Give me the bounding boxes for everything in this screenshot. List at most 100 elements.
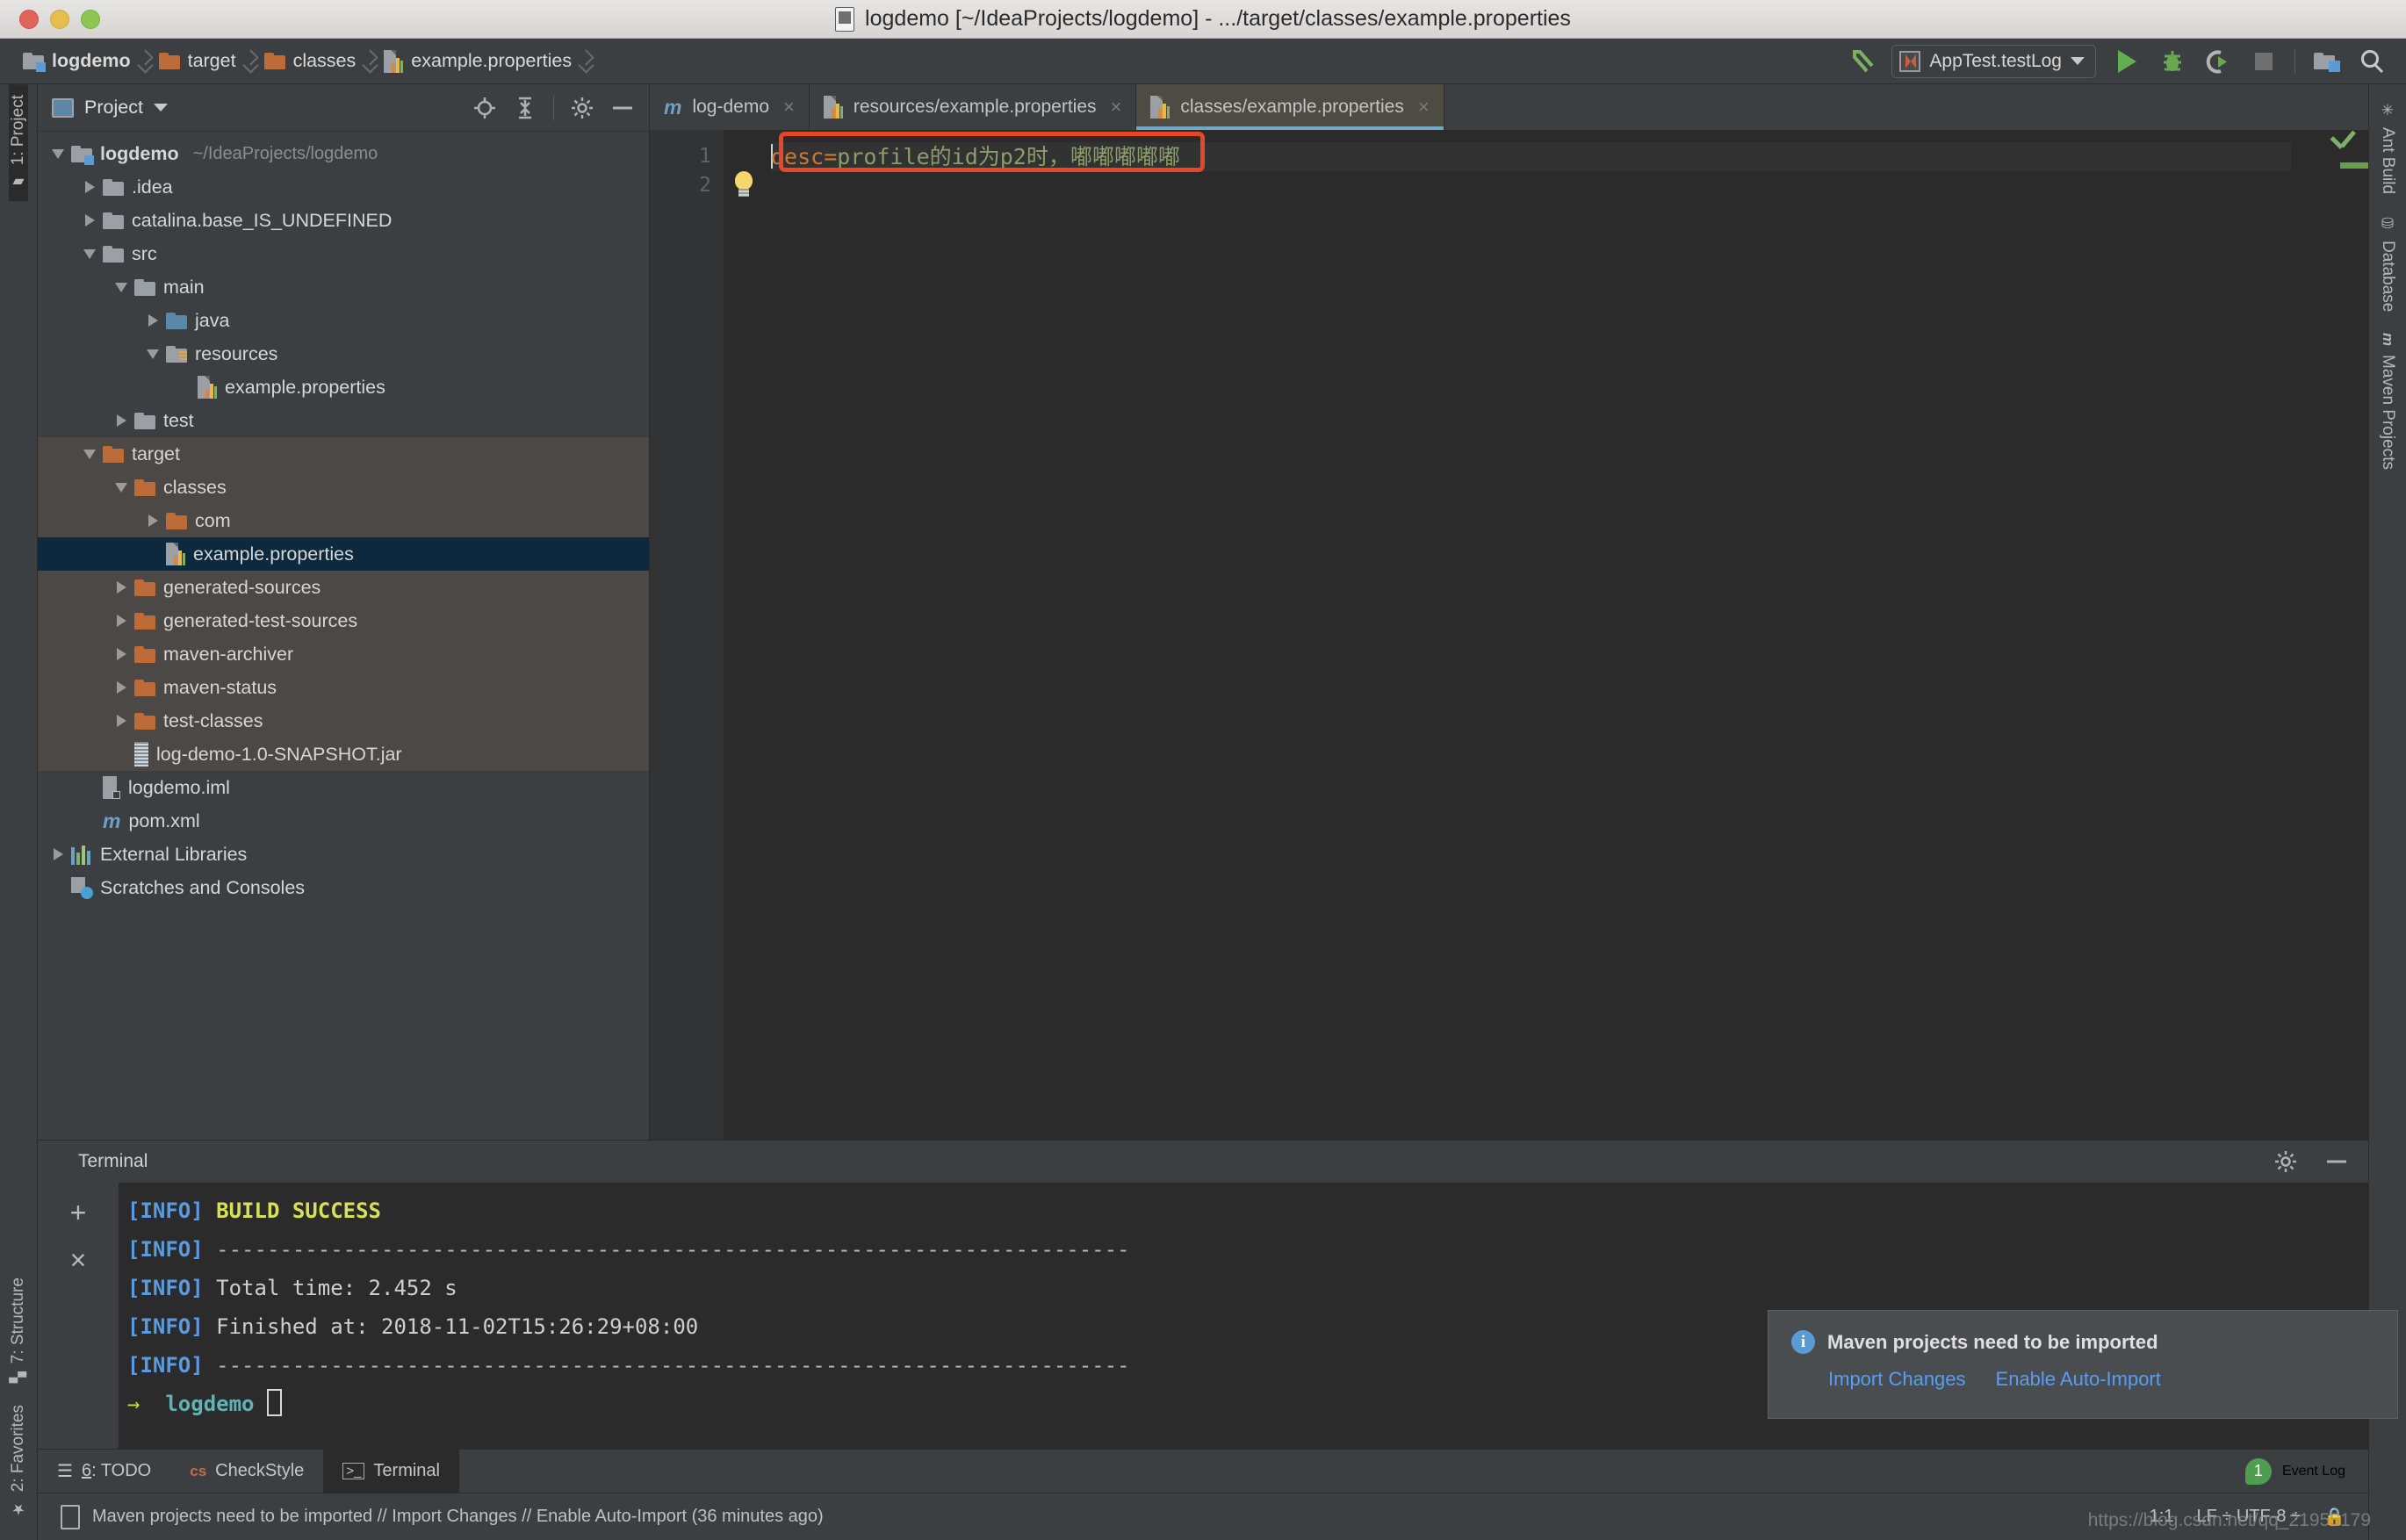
- breadcrumb-item-logdemo[interactable]: logdemo: [18, 39, 136, 84]
- status-message[interactable]: Maven projects need to be imported // Im…: [92, 1507, 824, 1527]
- tree-twisty-expanded[interactable]: [76, 248, 103, 259]
- tree-twisty-expanded[interactable]: [108, 482, 134, 493]
- tree-node-main[interactable]: main: [38, 270, 649, 304]
- close-session-button[interactable]: ×: [70, 1246, 87, 1274]
- editor-tab-classes-example-properties[interactable]: classes/example.properties ×: [1136, 84, 1444, 130]
- back-arrow-icon[interactable]: [1846, 47, 1876, 76]
- tree-node-classes[interactable]: classes: [38, 471, 649, 504]
- event-log-label[interactable]: Event Log: [2282, 1464, 2345, 1479]
- tab-todo[interactable]: ☰ 6: TODO: [38, 1450, 170, 1493]
- close-icon[interactable]: ×: [1418, 96, 1430, 119]
- tree-node-test-classes[interactable]: test-classes: [38, 704, 649, 738]
- tree-twisty-collapsed[interactable]: [108, 581, 134, 594]
- tree-node-src[interactable]: src: [38, 237, 649, 270]
- tree-node-target[interactable]: target: [38, 437, 649, 471]
- stop-icon[interactable]: [2249, 47, 2279, 76]
- expand-arrow-icon[interactable]: [116, 581, 126, 594]
- tree-twisty-expanded[interactable]: [76, 449, 103, 459]
- tree-node-example-properties[interactable]: example.properties: [38, 371, 649, 404]
- expand-arrow-icon[interactable]: [116, 715, 126, 727]
- expand-arrow-icon[interactable]: [84, 181, 95, 193]
- expand-arrow-icon[interactable]: [116, 414, 126, 427]
- expand-arrow-icon[interactable]: [148, 515, 158, 527]
- editor-tab-log-demo[interactable]: m log-demo ×: [650, 84, 810, 130]
- tree-twisty-collapsed[interactable]: [76, 214, 103, 227]
- tree-twisty-collapsed[interactable]: [108, 414, 134, 427]
- search-everywhere-icon[interactable]: [2357, 47, 2387, 76]
- sidebar-item-structure[interactable]: ▚ 7: Structure: [9, 1267, 28, 1393]
- tree-twisty-collapsed[interactable]: [45, 848, 71, 860]
- tree-node-external-libraries[interactable]: External Libraries: [38, 838, 649, 871]
- tree-twisty-expanded[interactable]: [140, 349, 166, 359]
- collapse-arrow-icon[interactable]: [115, 482, 127, 493]
- tree-twisty-collapsed[interactable]: [76, 181, 103, 193]
- chevron-down-icon[interactable]: [2071, 57, 2085, 65]
- editor-tab-bar[interactable]: m log-demo × resources/example.properties × c…: [650, 84, 2368, 130]
- run-configuration-selector[interactable]: AppTest.testLog: [1891, 44, 2096, 78]
- tree-node-log-demo-1-0-snapshot-jar[interactable]: log-demo-1.0-SNAPSHOT.jar: [38, 738, 649, 771]
- sidebar-item-project[interactable]: ▰ 1: Project: [9, 84, 28, 202]
- tree-node-example-properties[interactable]: example.properties: [38, 537, 649, 571]
- collapse-arrow-icon[interactable]: [83, 248, 96, 259]
- tree-twisty-collapsed[interactable]: [140, 314, 166, 327]
- tree-node-scratches-and-consoles[interactable]: Scratches and Consoles: [38, 871, 649, 904]
- tree-twisty-collapsed[interactable]: [108, 615, 134, 627]
- tree-node--idea[interactable]: .idea: [38, 170, 649, 204]
- code-content[interactable]: desc=profile的id为p2时，嘟嘟嘟嘟嘟: [771, 130, 2291, 1140]
- scroll-from-source-icon[interactable]: [472, 96, 497, 120]
- close-icon[interactable]: ×: [783, 96, 795, 119]
- new-session-button[interactable]: +: [70, 1198, 87, 1227]
- hide-icon[interactable]: [2324, 1149, 2349, 1174]
- chevron-down-icon[interactable]: [153, 104, 168, 112]
- collapse-arrow-icon[interactable]: [147, 349, 159, 359]
- tree-node-catalina-base-is-undefined[interactable]: catalina.base_IS_UNDEFINED: [38, 204, 649, 237]
- run-icon[interactable]: [2112, 47, 2142, 76]
- intention-gutter[interactable]: [724, 130, 771, 1140]
- tree-twisty-collapsed[interactable]: [108, 681, 134, 694]
- tree-twisty-collapsed[interactable]: [140, 515, 166, 527]
- collapse-arrow-icon[interactable]: [52, 148, 64, 159]
- tree-node-resources[interactable]: resources: [38, 337, 649, 371]
- collapse-arrow-icon[interactable]: [83, 449, 96, 459]
- sidebar-item-ant-build[interactable]: ✳ Ant Build: [2378, 91, 2397, 205]
- tree-node-logdemo[interactable]: logdemo ~/IdeaProjects/logdemo: [38, 137, 649, 170]
- editor-inspection-gutter[interactable]: [2291, 130, 2368, 1140]
- expand-arrow-icon[interactable]: [148, 314, 158, 327]
- tree-node-generated-sources[interactable]: generated-sources: [38, 571, 649, 604]
- no-errors-checkmark-icon[interactable]: [2330, 137, 2356, 153]
- run-with-coverage-icon[interactable]: [2203, 47, 2233, 76]
- expand-arrow-icon[interactable]: [116, 648, 126, 660]
- tree-node-logdemo-iml[interactable]: logdemo.iml: [38, 771, 649, 804]
- collapse-all-icon[interactable]: [513, 96, 537, 120]
- tree-node-pom-xml[interactable]: m pom.xml: [38, 804, 649, 838]
- enable-auto-import-link[interactable]: Enable Auto-Import: [1996, 1368, 2161, 1391]
- collapse-arrow-icon[interactable]: [115, 282, 127, 292]
- sidebar-item-database[interactable]: ⛁ Database: [2378, 205, 2397, 322]
- code-line-1[interactable]: desc=profile的id为p2时，嘟嘟嘟嘟嘟: [771, 142, 2291, 171]
- tree-twisty-collapsed[interactable]: [108, 648, 134, 660]
- close-icon[interactable]: ×: [1111, 96, 1122, 119]
- gear-icon[interactable]: [2273, 1149, 2298, 1174]
- hide-icon[interactable]: [610, 96, 635, 120]
- tree-node-com[interactable]: com: [38, 504, 649, 537]
- expand-arrow-icon[interactable]: [53, 848, 63, 860]
- sidebar-item-favorites[interactable]: ★ 2: Favorites: [9, 1394, 28, 1528]
- tree-node-java[interactable]: java: [38, 304, 649, 337]
- caret-position[interactable]: 1:1: [2150, 1507, 2174, 1527]
- gear-icon[interactable]: [570, 96, 594, 120]
- tree-node-maven-archiver[interactable]: maven-archiver: [38, 637, 649, 671]
- sidebar-item-maven-projects[interactable]: m Maven Projects: [2378, 322, 2397, 479]
- breadcrumb-item-file[interactable]: example.properties: [378, 39, 577, 84]
- tree-twisty-collapsed[interactable]: [108, 715, 134, 727]
- expand-arrow-icon[interactable]: [116, 681, 126, 694]
- debug-icon[interactable]: [2157, 47, 2187, 76]
- tree-twisty-expanded[interactable]: [108, 282, 134, 292]
- tab-terminal[interactable]: >_ Terminal: [323, 1450, 459, 1493]
- code-line-2[interactable]: [771, 171, 2291, 200]
- tree-node-test[interactable]: test: [38, 404, 649, 437]
- project-structure-icon[interactable]: [2311, 47, 2341, 76]
- breadcrumb-item-target[interactable]: target: [154, 39, 241, 84]
- project-tree[interactable]: logdemo ~/IdeaProjects/logdemo .idea catali…: [38, 132, 649, 1140]
- editor-tab-resources-example-properties[interactable]: resources/example.properties ×: [810, 84, 1137, 130]
- import-changes-link[interactable]: Import Changes: [1828, 1368, 1966, 1391]
